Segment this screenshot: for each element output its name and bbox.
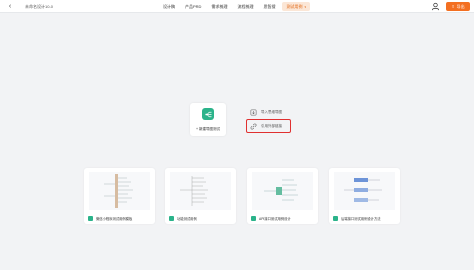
template-icon <box>251 215 256 221</box>
nav-label: 需求梳理 <box>211 3 228 9</box>
link-label: 引用外部链接 <box>261 123 282 128</box>
export-button[interactable]: ⇪ 导出 <box>446 2 470 11</box>
chevron-down-icon: ▾ <box>304 4 306 9</box>
nav-item-flow[interactable]: 流程梳理 <box>234 2 256 11</box>
template-card[interactable]: 功能测试用例 <box>165 168 236 224</box>
template-name: 功能测试用例 <box>177 216 197 221</box>
template-card[interactable]: 微信小程序测试用例模板 <box>84 168 155 224</box>
template-card[interactable]: 后端接口测试用例设计方法 <box>329 168 400 224</box>
back-arrow-icon[interactable]: ‹ <box>6 2 14 11</box>
nav-label: 流程梳理 <box>237 3 254 9</box>
nav-label: 思智搜 <box>263 3 276 9</box>
nav-label: 设计稿 <box>163 3 175 9</box>
template-footer: API接口测试用例设计 <box>247 212 318 224</box>
import-file-icon <box>250 109 257 115</box>
template-card[interactable]: API接口测试用例设计 <box>247 168 318 224</box>
main-nav: 设计稿 产品PRD 需求梳理 流程梳理 思智搜 测试用例 ▾ <box>160 1 314 12</box>
document-title[interactable]: 未命名设计10-0 <box>25 4 53 10</box>
nav-label: 产品PRD <box>185 3 202 9</box>
template-icon <box>169 215 174 221</box>
external-link-button[interactable]: 引用外部链接 <box>250 121 282 131</box>
link-icon <box>250 123 257 129</box>
template-icon <box>333 215 338 221</box>
new-mindmap-card[interactable]: + 新建导图测试 <box>190 103 226 136</box>
import-label: 导入思维导图 <box>261 109 282 114</box>
export-icon: ⇪ <box>451 4 455 9</box>
template-thumbnail <box>334 172 395 210</box>
user-icon[interactable] <box>431 2 440 11</box>
nav-item-test-cases[interactable]: 测试用例 ▾ <box>282 2 310 11</box>
template-icon <box>88 215 93 221</box>
import-mindmap-button[interactable]: 导入思维导图 <box>250 107 282 117</box>
nav-item-design[interactable]: 设计稿 <box>160 2 178 11</box>
template-name: API接口测试用例设计 <box>259 216 291 221</box>
template-footer: 后端接口测试用例设计方法 <box>329 212 400 224</box>
top-bar: ‹ 未命名设计10-0 设计稿 产品PRD 需求梳理 流程梳理 思智搜 测试用例… <box>0 0 474 13</box>
nav-label: 测试用例 <box>286 3 303 9</box>
template-footer: 功能测试用例 <box>165 212 236 224</box>
nav-item-mindmap[interactable]: 思智搜 <box>260 2 278 11</box>
template-footer: 微信小程序测试用例模板 <box>84 212 155 224</box>
export-label: 导出 <box>456 3 465 9</box>
template-name: 后端接口测试用例设计方法 <box>341 216 381 221</box>
nav-item-prd[interactable]: 产品PRD <box>182 2 204 11</box>
mindmap-icon <box>202 108 214 120</box>
template-name: 微信小程序测试用例模板 <box>96 216 133 221</box>
new-mindmap-label: + 新建导图测试 <box>195 127 221 131</box>
template-thumbnail <box>252 172 313 210</box>
template-thumbnail <box>170 172 231 210</box>
template-thumbnail <box>89 172 150 210</box>
nav-item-requirements[interactable]: 需求梳理 <box>208 2 230 11</box>
